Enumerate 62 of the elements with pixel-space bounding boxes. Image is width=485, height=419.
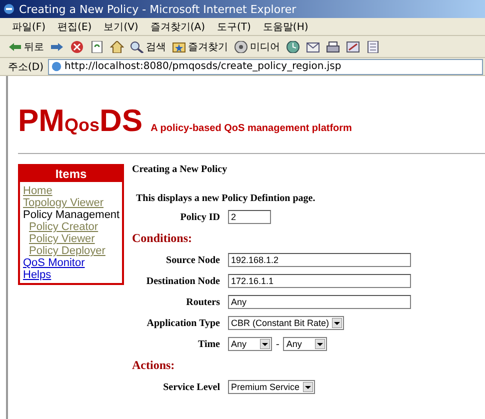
mail-icon[interactable] [306,40,320,52]
field-label: Destination Node [145,276,220,286]
field-label: Source Node [165,254,220,266]
edit-icon[interactable] [346,40,360,52]
dropdown[interactable]: Any [228,337,272,351]
menu-item[interactable]: 도구(T) [217,20,251,34]
stop-icon[interactable] [70,40,84,52]
logo: PMQosDS [18,103,143,139]
dropdown[interactable]: CBR (Constant Bit Rate) [228,316,344,330]
text-field[interactable]: 172.16.1.1 [228,274,411,288]
range-separator: - [276,338,280,350]
favorites-button[interactable]: 즐겨찾기 [172,40,228,54]
field-label: Application Type [146,318,220,328]
home-icon[interactable] [110,40,124,52]
page-icon [50,61,62,72]
sidebar-link[interactable]: Policy Viewer [23,233,119,245]
sidebar-link[interactable]: Topology Viewer [23,197,119,209]
field-label: Routers [185,296,220,308]
favorites-icon [172,40,186,52]
history-icon[interactable] [286,40,300,52]
dropdown-arrow-icon [302,382,313,392]
refresh-icon[interactable] [90,40,104,52]
browser-logo-icon [3,3,15,15]
menu-item[interactable]: 즐겨찾기(A) [150,20,205,34]
dropdown-arrow-icon [260,339,270,349]
dropdown-arrow-icon [332,318,342,328]
window-title: Creating a New Policy - Microsoft Internet Explorer [19,2,296,16]
menu-item[interactable]: 도움말(H) [262,20,308,34]
forward-icon[interactable] [50,40,64,52]
section-heading: Conditions: [132,231,194,246]
page-heading: Creating a New Policy [132,164,228,175]
sidebar-link[interactable]: Helps [23,269,119,281]
sidebar-link[interactable]: Home [23,185,119,197]
dropdown-arrow-icon [315,339,326,349]
field-label: Policy ID [179,212,220,222]
field-label: Service Level [162,382,220,392]
menu-item[interactable]: 보기(V) [104,20,138,34]
dropdown[interactable]: Any [283,337,328,351]
field-label: Time [196,338,220,350]
print-icon[interactable] [326,40,340,52]
tagline: A policy-based QoS management platform [150,123,352,134]
search-button[interactable]: 검색 [130,40,166,54]
text-field[interactable]: Any [228,295,411,309]
dropdown[interactable]: Premium Service [228,380,315,394]
menu-item[interactable]: 파일(F) [12,20,46,34]
sidebar-link[interactable]: Policy Creator [23,221,119,233]
text-field[interactable]: 2 [228,210,271,224]
media-button[interactable]: 미디어 [234,40,280,54]
section-heading: Actions: [132,358,176,373]
menu-item[interactable]: 편집(E) [58,20,92,34]
intro-text: This displays a new Policy Defintion page. [136,193,316,204]
search-icon [130,40,144,52]
sidebar-link[interactable]: QoS Monitor [23,257,119,269]
sidebar-title: Items [20,166,122,182]
back-button[interactable]: 뒤로 [8,40,44,54]
media-icon [234,40,248,52]
address-label: 주소(D) [8,60,44,74]
text-field[interactable]: 192.168.1.2 [228,253,411,267]
address-field[interactable]: http://localhost:8080/pmqosds/create_policy_region.jsp [48,58,483,74]
sidebar-group-label: Policy Management [23,209,119,221]
sidebar-link[interactable]: Policy Deployer [23,245,119,257]
back-icon [8,40,22,52]
